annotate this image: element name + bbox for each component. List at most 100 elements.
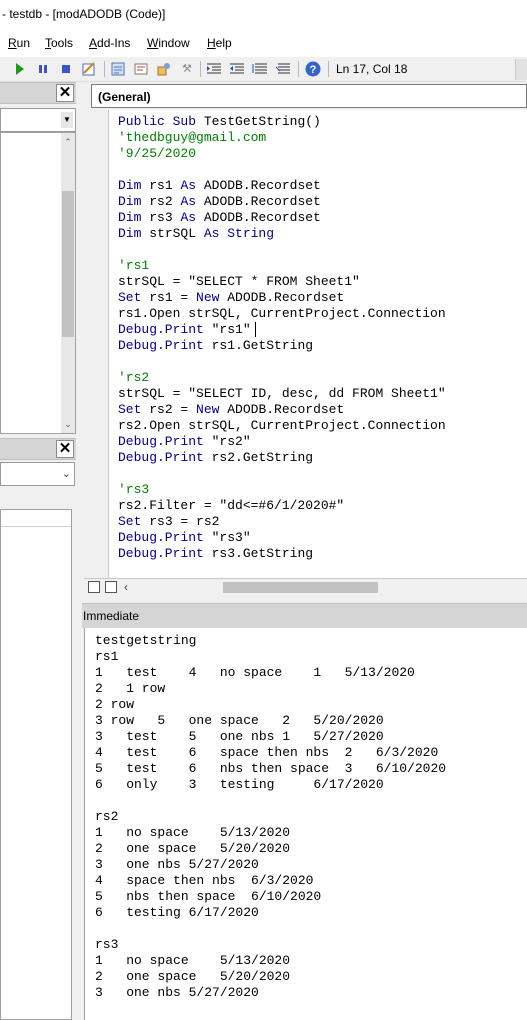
immediate-line[interactable]: 3 test 5 one nbs 1 5/27/2020: [95, 729, 384, 745]
code-line[interactable]: Public Sub TestGetString(): [118, 114, 321, 130]
code-line[interactable]: Set rs3 = rs2: [118, 514, 219, 530]
scroll-up-icon[interactable]: ⌃: [61, 135, 75, 149]
uncomment-block-button[interactable]: [275, 61, 291, 77]
immediate-line[interactable]: 5 test 6 nbs then space 3 6/10/2020: [95, 761, 446, 777]
scroll-down-icon[interactable]: ⌄: [61, 417, 75, 431]
code-line[interactable]: Debug.Print rs2.GetString: [118, 450, 313, 466]
immediate-line[interactable]: testgetstring: [95, 633, 196, 649]
code-token: Public Sub: [118, 114, 204, 129]
code-line[interactable]: rs1.Open strSQL, CurrentProject.Connecti…: [118, 306, 446, 322]
dropdown-arrow-icon[interactable]: ▼: [61, 112, 73, 128]
code-line[interactable]: rs2.Open strSQL, CurrentProject.Connecti…: [118, 418, 446, 434]
immediate-line[interactable]: 3 one nbs 5/27/2020: [95, 857, 259, 873]
menu-help[interactable]: Help: [207, 36, 232, 50]
object-selector[interactable]: ⌄: [0, 462, 75, 486]
menu-tools[interactable]: Tools: [45, 36, 73, 50]
immediate-line[interactable]: 6 testing 6/17/2020: [95, 905, 259, 921]
immediate-line[interactable]: 2 one space 5/20/2020: [95, 969, 290, 985]
code-horizontal-scrollbar[interactable]: ‹: [84, 578, 527, 595]
immediate-line[interactable]: rs1: [95, 649, 118, 665]
break-button[interactable]: [35, 61, 51, 77]
properties-grid[interactable]: [0, 509, 72, 1020]
code-line[interactable]: rs2.Filter = "dd<=#6/1/2020#": [118, 498, 344, 514]
properties-button[interactable]: [133, 61, 149, 77]
menu-add-ins-accel: A: [89, 36, 98, 50]
immediate-line[interactable]: 3 row 5 one space 2 5/20/2020: [95, 713, 384, 729]
menu-help-accel: H: [207, 36, 216, 50]
immediate-line[interactable]: 1 no space 5/13/2020: [95, 953, 290, 969]
immediate-line[interactable]: 4 test 6 space then nbs 2 6/3/2020: [95, 745, 438, 761]
run-button[interactable]: [12, 61, 28, 77]
full-module-view-icon[interactable]: [105, 581, 117, 593]
properties-pane-header: ✕: [0, 438, 76, 460]
code-line[interactable]: Dim rs3 As ADODB.Recordset: [118, 210, 321, 226]
toolbox-button[interactable]: ⚒: [179, 61, 195, 77]
code-token: As: [180, 178, 204, 193]
project-tree[interactable]: ⌃ ⌄: [0, 132, 76, 434]
immediate-line[interactable]: 2 one space 5/20/2020: [95, 841, 290, 857]
immediate-line[interactable]: 6 only 3 testing 6/17/2020: [95, 777, 384, 793]
code-token: rs2.Filter = "dd<=#6/1/2020#": [118, 498, 345, 513]
design-mode-button[interactable]: [81, 61, 97, 77]
code-line[interactable]: Debug.Print rs3.GetString: [118, 546, 313, 562]
project-explorer-button[interactable]: [110, 61, 126, 77]
reset-button[interactable]: [58, 61, 74, 77]
code-token: Set: [118, 290, 150, 305]
code-line[interactable]: Set rs1 = New ADODB.Recordset: [118, 290, 344, 306]
procedure-combo[interactable]: (General): [91, 84, 527, 108]
code-line[interactable]: Dim rs1 As ADODB.Recordset: [118, 178, 321, 194]
code-line[interactable]: Debug.Print rs1.GetString: [118, 338, 313, 354]
code-line[interactable]: '9/25/2020: [118, 146, 196, 162]
immediate-line[interactable]: rs2: [95, 809, 118, 825]
code-token: Dim: [118, 178, 150, 193]
code-token: As String: [203, 226, 275, 241]
outdent-button[interactable]: [229, 61, 245, 77]
close-project-pane-button[interactable]: ✕: [56, 84, 74, 102]
code-line[interactable]: strSQL = "SELECT * FROM Sheet1": [118, 274, 360, 290]
code-token: 'rs3: [118, 482, 150, 497]
project-pane-toolbar: ▼: [0, 108, 76, 132]
code-line[interactable]: 'thedbguy@gmail.com: [118, 130, 266, 146]
procedure-view-icon[interactable]: [88, 581, 100, 593]
toolbar-overflow[interactable]: [515, 59, 527, 80]
menu-add-ins[interactable]: Add-Ins: [89, 36, 130, 50]
scroll-left-icon[interactable]: ‹: [124, 580, 128, 594]
code-line[interactable]: Debug.Print "rs3": [118, 530, 251, 546]
code-line[interactable]: Dim rs2 As ADODB.Recordset: [118, 194, 321, 210]
play-icon: [16, 63, 24, 75]
scrollbar-thumb[interactable]: [223, 582, 378, 593]
immediate-line[interactable]: 2 row: [95, 697, 134, 713]
pane-splitter[interactable]: [76, 82, 82, 1020]
immediate-line[interactable]: rs3: [95, 937, 118, 953]
menu-run[interactable]: Run: [8, 36, 30, 50]
comment-block-button[interactable]: [252, 61, 268, 77]
help-button[interactable]: ?: [305, 61, 321, 77]
code-line[interactable]: strSQL = "SELECT ID, desc, dd FROM Sheet…: [118, 386, 446, 402]
immediate-line[interactable]: 1 test 4 no space 1 5/13/2020: [95, 665, 415, 681]
immediate-line[interactable]: 1 no space 5/13/2020: [95, 825, 290, 841]
immediate-title: Immediate: [83, 609, 140, 623]
immediate-line[interactable]: 5 nbs then space 6/10/2020: [95, 889, 321, 905]
code-token: rs1 =: [149, 290, 197, 305]
code-token: "rs1": [211, 322, 251, 337]
menu-window[interactable]: Window: [147, 36, 190, 50]
code-line[interactable]: Debug.Print "rs1": [118, 322, 251, 338]
code-line[interactable]: 'rs2: [118, 370, 149, 386]
code-token: ADODB.Recordset: [203, 210, 321, 225]
code-line[interactable]: Debug.Print "rs2": [118, 434, 251, 450]
scrollbar-thumb[interactable]: [62, 191, 74, 337]
code-line[interactable]: Set rs2 = New ADODB.Recordset: [118, 402, 344, 418]
title-bar: - testdb - [modADODB (Code)]: [0, 0, 527, 30]
immediate-line[interactable]: 2 1 row: [95, 681, 165, 697]
immediate-line[interactable]: 3 one nbs 5/27/2020: [95, 985, 259, 1001]
code-line[interactable]: 'rs3: [118, 482, 149, 498]
object-browser-button[interactable]: [156, 61, 172, 77]
code-line[interactable]: Dim strSQL As String: [118, 226, 274, 242]
close-properties-pane-button[interactable]: ✕: [56, 440, 74, 458]
code-token: Debug.Print: [118, 450, 212, 465]
code-line[interactable]: 'rs1: [118, 258, 149, 274]
indent-button[interactable]: [206, 61, 222, 77]
project-tree-scrollbar[interactable]: ⌃ ⌄: [61, 133, 75, 433]
code-token: As: [180, 194, 204, 209]
immediate-line[interactable]: 4 space then nbs 6/3/2020: [95, 873, 313, 889]
